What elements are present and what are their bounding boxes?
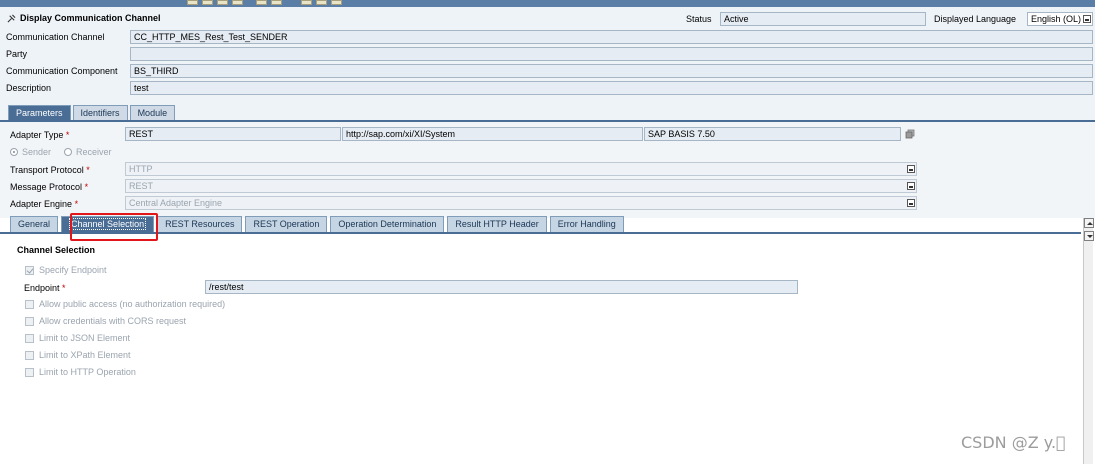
sender-label: Sender (22, 147, 52, 157)
option-label: Limit to HTTP Operation (39, 367, 136, 377)
toolbar-button[interactable] (256, 0, 267, 5)
comm-component-label: Communication Component (6, 66, 118, 76)
checkbox-box (25, 265, 34, 275)
status-field: Active (720, 12, 926, 26)
top-toolbar (0, 0, 1095, 7)
scroll-down-icon[interactable] (1084, 231, 1094, 241)
main-tabs: Parameters Identifiers Module (8, 105, 176, 120)
tab-identifiers[interactable]: Identifiers (72, 105, 128, 120)
checkbox-box (25, 333, 34, 343)
adapter-sub-tabs: General Channel Selection REST Resources… (10, 216, 624, 232)
transport-protocol-select[interactable]: HTTP (125, 162, 917, 176)
language-label: Displayed Language (934, 14, 1017, 24)
party-label: Party (6, 49, 28, 59)
watermark: CSDN @Z y.  (961, 433, 1066, 452)
toolbar-button[interactable] (232, 0, 243, 5)
option-label: Limit to XPath Element (39, 350, 131, 360)
tab-error-handling[interactable]: Error Handling (549, 216, 624, 232)
tab-operation-determination[interactable]: Operation Determination (330, 216, 445, 232)
checkbox-box (25, 350, 34, 360)
channel-selection-panel (0, 234, 1081, 464)
receiver-radio[interactable]: Receiver (64, 147, 112, 157)
adapter-swcv-field: SAP BASIS 7.50 (644, 127, 901, 141)
page-title-text: Display Communication Channel (20, 13, 161, 23)
checkbox-box (25, 316, 34, 326)
specify-endpoint-checkbox[interactable]: Specify Endpoint (25, 265, 107, 275)
radio-dot (64, 148, 72, 156)
toolbar-button[interactable] (202, 0, 213, 5)
checkbox-box (25, 367, 34, 377)
adapter-type-label: Adapter Type * (10, 130, 70, 140)
tab-rest-operation[interactable]: REST Operation (245, 216, 328, 232)
status-label: Status (686, 14, 712, 24)
section-title: Channel Selection (17, 245, 96, 255)
tab-module[interactable]: Module (129, 105, 176, 120)
adapter-engine-label: Adapter Engine * (10, 199, 79, 209)
dropdown-icon (1083, 15, 1091, 23)
message-protocol-value: REST (129, 181, 154, 191)
tab-general[interactable]: General (10, 216, 59, 232)
option-label: Allow public access (no authorization re… (39, 299, 226, 309)
description-field: test (130, 81, 1093, 95)
toolbar-button[interactable] (187, 0, 198, 5)
dropdown-icon (907, 182, 915, 190)
adapter-type-field: REST (125, 127, 341, 141)
transport-protocol-label: Transport Protocol * (10, 165, 90, 175)
adapter-namespace-field: http://sap.com/xi/XI/System (342, 127, 643, 141)
toolbar-button[interactable] (301, 0, 312, 5)
comm-channel-label: Communication Channel (6, 32, 105, 42)
message-protocol-label: Message Protocol * (10, 182, 89, 192)
endpoint-label: Endpoint * (24, 283, 66, 293)
comm-channel-field: CC_HTTP_MES_Rest_Test_SENDER (130, 30, 1093, 44)
dropdown-icon (907, 165, 915, 173)
copy-icon[interactable] (905, 129, 915, 139)
tab-channel-selection-label: Channel Selection (69, 218, 147, 230)
limit-json-element-checkbox[interactable]: Limit to JSON Element (25, 333, 130, 343)
endpoint-input[interactable]: /rest/test (205, 280, 798, 294)
scroll-up-icon[interactable] (1084, 218, 1094, 228)
limit-http-operation-checkbox[interactable]: Limit to HTTP Operation (25, 367, 136, 377)
dropdown-icon (907, 199, 915, 207)
channel-icon (7, 14, 16, 22)
receiver-label: Receiver (76, 147, 112, 157)
toolbar-button[interactable] (331, 0, 342, 5)
page-title: Display Communication Channel (7, 13, 161, 23)
tab-channel-selection[interactable]: Channel Selection (61, 216, 155, 232)
option-label: Allow credentials with CORS request (39, 316, 187, 326)
toolbar-button[interactable] (217, 0, 228, 5)
allow-cors-credentials-checkbox[interactable]: Allow credentials with CORS request (25, 316, 186, 326)
language-select[interactable]: English (OL) (1027, 12, 1093, 26)
tab-rest-resources[interactable]: REST Resources (157, 216, 243, 232)
toolbar-button[interactable] (316, 0, 327, 5)
option-label: Limit to JSON Element (39, 333, 131, 343)
tab-result-http-header[interactable]: Result HTTP Header (447, 216, 547, 232)
adapter-engine-value: Central Adapter Engine (129, 198, 223, 208)
allow-public-access-checkbox[interactable]: Allow public access (no authorization re… (25, 299, 225, 309)
adapter-engine-select[interactable]: Central Adapter Engine (125, 196, 917, 210)
tab-parameters[interactable]: Parameters (8, 105, 71, 120)
language-value: English (OL) (1031, 14, 1082, 24)
radio-dot (10, 148, 18, 156)
sender-radio[interactable]: Sender (10, 147, 51, 157)
limit-xpath-element-checkbox[interactable]: Limit to XPath Element (25, 350, 131, 360)
message-protocol-select[interactable]: REST (125, 179, 917, 193)
toolbar-button[interactable] (271, 0, 282, 5)
transport-protocol-value: HTTP (129, 164, 153, 174)
party-field (130, 47, 1093, 61)
comm-component-field: BS_THIRD (130, 64, 1093, 78)
checkbox-box (25, 299, 34, 309)
specify-endpoint-label: Specify Endpoint (39, 265, 107, 275)
description-label: Description (6, 83, 52, 93)
vertical-scrollbar[interactable] (1083, 218, 1094, 464)
